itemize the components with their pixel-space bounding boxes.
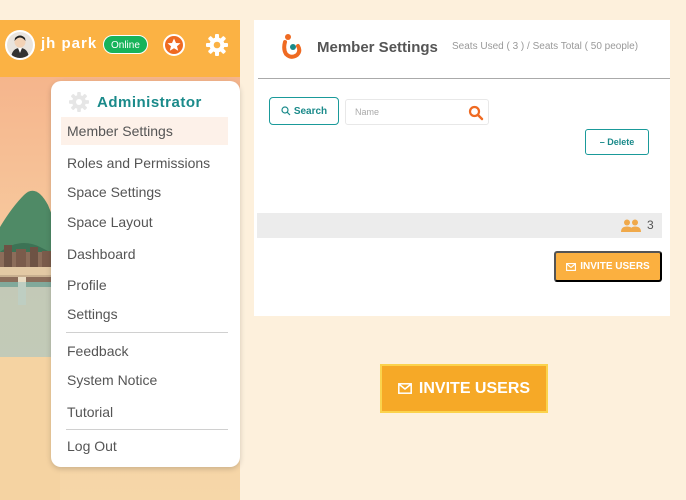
people-icon <box>621 219 641 232</box>
menu-item-tutorial[interactable]: Tutorial <box>67 404 113 420</box>
menu-item-settings[interactable]: Settings <box>67 306 118 322</box>
name-input[interactable] <box>346 100 464 124</box>
search-button-label: Search <box>293 105 328 117</box>
name-search-field <box>345 99 489 125</box>
mail-icon <box>566 262 577 271</box>
top-bar: jh park Online <box>0 20 240 77</box>
star-icon[interactable] <box>163 34 185 56</box>
search-icon <box>281 106 291 116</box>
menu-item-log-out[interactable]: Log Out <box>67 438 117 454</box>
menu-item-roles-and-permissions[interactable]: Roles and Permissions <box>67 155 210 171</box>
search-button[interactable]: Search <box>269 97 339 125</box>
invite-users-button[interactable]: INVITE USERS <box>554 251 662 282</box>
page-title: Member Settings <box>317 39 438 56</box>
member-count: 3 <box>647 218 654 232</box>
menu-divider <box>66 332 228 333</box>
avatar[interactable] <box>5 30 35 60</box>
invite-users-label: INVITE USERS <box>580 261 650 272</box>
invite-users-large-label: INVITE USERS <box>418 379 531 397</box>
admin-menu: Administrator Member Settings Roles and … <box>51 81 240 467</box>
status-badge[interactable]: Online <box>103 35 148 54</box>
member-settings-card: Member Settings Seats Used ( 3 ) / Seats… <box>254 20 670 316</box>
admin-title: Administrator <box>97 93 202 111</box>
menu-item-system-notice[interactable]: System Notice <box>67 372 157 388</box>
menu-item-space-layout[interactable]: Space Layout <box>67 214 153 230</box>
delete-button[interactable]: – Delete <box>585 129 649 155</box>
menu-item-profile[interactable]: Profile <box>67 277 107 293</box>
admin-header: Administrator <box>69 91 202 113</box>
menu-item-feedback[interactable]: Feedback <box>67 343 128 359</box>
header-divider <box>258 78 670 79</box>
invite-users-button-large[interactable]: INVITE USERS <box>380 364 548 413</box>
logo-icon <box>280 33 304 60</box>
username: jh park <box>41 35 98 52</box>
menu-item-dashboard[interactable]: Dashboard <box>67 246 136 262</box>
seats-info: Seats Used ( 3 ) / Seats Total ( 50 peop… <box>452 41 639 52</box>
menu-item-member-settings[interactable]: Member Settings <box>61 117 228 145</box>
gear-icon <box>69 92 89 112</box>
gear-icon[interactable] <box>206 34 228 56</box>
search-icon[interactable] <box>468 105 484 121</box>
member-count-row: 3 <box>257 213 662 238</box>
mail-icon <box>397 383 412 394</box>
menu-divider <box>66 429 228 430</box>
menu-item-space-settings[interactable]: Space Settings <box>67 184 161 200</box>
